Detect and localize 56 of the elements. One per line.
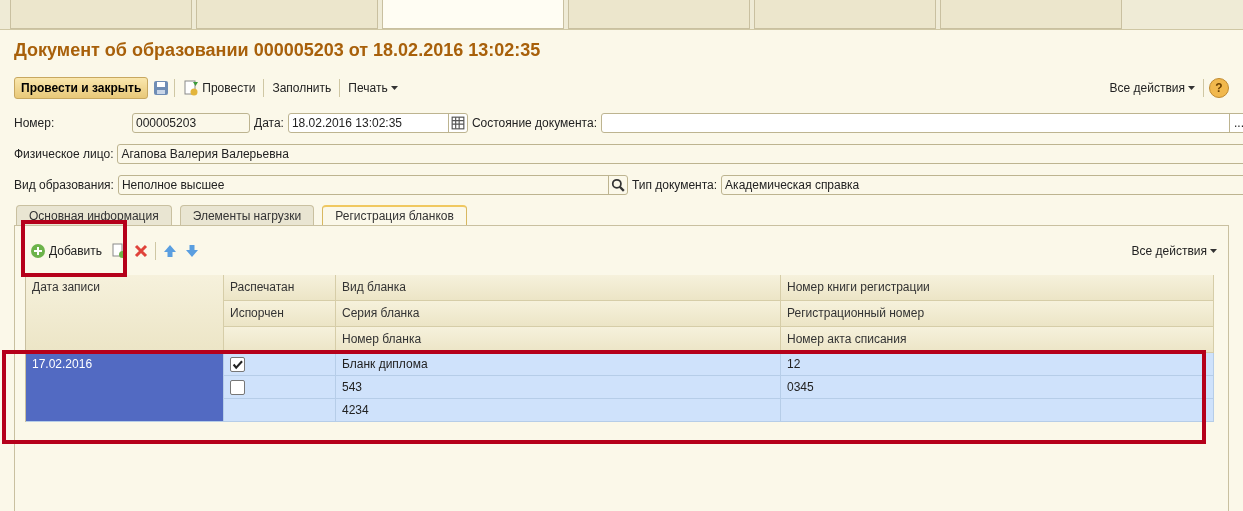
calendar-icon[interactable] [447, 113, 467, 132]
document-tab[interactable] [196, 0, 378, 29]
all-actions-dropdown[interactable]: Все действия [1106, 79, 1198, 97]
date-field[interactable]: 18.02.2016 13:02:35 [287, 112, 468, 133]
tab[interactable]: Регистрация бланков [322, 205, 467, 225]
column-header[interactable]: Серия бланка [336, 301, 781, 327]
help-button[interactable]: ? [1209, 78, 1229, 98]
window-title: Документ об образовании 000005203 от 18.02.2016 13:02:35 [13, 39, 542, 60]
fill-button[interactable]: Заполнить [269, 79, 335, 97]
column-header[interactable]: Номер бланка [336, 327, 781, 353]
document-type-field[interactable]: Академическая справка [721, 174, 1243, 195]
post-and-close-button[interactable]: Провести и закрыть [14, 77, 149, 99]
move-down-icon[interactable] [184, 242, 201, 259]
column-header[interactable]: Номер акта списания [781, 327, 1214, 353]
field-label: Физическое лицо: [14, 146, 114, 161]
document-tab[interactable] [754, 0, 936, 29]
delete-icon[interactable] [133, 242, 150, 259]
column-header[interactable]: Дата записи [26, 275, 224, 353]
column-header[interactable]: Регистрационный номер [781, 301, 1214, 327]
column-header[interactable]: Распечатан [224, 275, 336, 301]
checkbox[interactable] [230, 380, 245, 395]
post-button[interactable]: Провести [180, 78, 259, 98]
document-tab[interactable] [10, 0, 192, 29]
table-cell: 17.02.2016 [26, 353, 224, 422]
all-actions-dropdown[interactable]: Все действия [1128, 241, 1220, 260]
document-tab[interactable] [382, 0, 564, 29]
field-label: Состояние документа: [471, 115, 597, 130]
education-type-field[interactable]: Неполное высшее [117, 174, 628, 195]
field-label: Вид образования: [14, 177, 114, 192]
add-button[interactable]: Добавить [28, 240, 106, 261]
field-label: Номер: [14, 115, 56, 130]
column-header[interactable]: Вид бланка [336, 275, 781, 301]
save-icon[interactable] [153, 80, 170, 96]
print-dropdown[interactable]: Печать [345, 79, 401, 97]
field-label: Дата: [254, 115, 284, 130]
table-cell: 543 [336, 376, 781, 399]
column-header[interactable]: Испорчен [224, 301, 336, 327]
post-icon [183, 80, 200, 96]
field-label: Тип документа: [631, 177, 718, 192]
checkbox[interactable] [230, 357, 245, 372]
document-tab[interactable] [568, 0, 750, 29]
caret-icon [390, 86, 398, 90]
caret-icon [1188, 86, 1195, 90]
tab[interactable]: Элементы нагрузки [179, 205, 315, 225]
table-cell: 0345 [781, 376, 1214, 399]
person-field[interactable]: Агапова Валерия Валерьевна [117, 143, 1243, 164]
document-tab[interactable] [940, 0, 1122, 29]
table-cell: 12 [781, 353, 1214, 376]
column-header[interactable]: Номер книги регистрации [781, 275, 1214, 301]
table-cell: 4234 [336, 399, 781, 422]
number-field[interactable]: 000005203 [132, 112, 250, 133]
table-cell: Бланк диплома [336, 353, 781, 376]
state-field[interactable]: ... [600, 112, 1243, 133]
search-icon[interactable] [607, 175, 627, 194]
caret-icon [1210, 248, 1217, 253]
add-icon [30, 242, 46, 259]
